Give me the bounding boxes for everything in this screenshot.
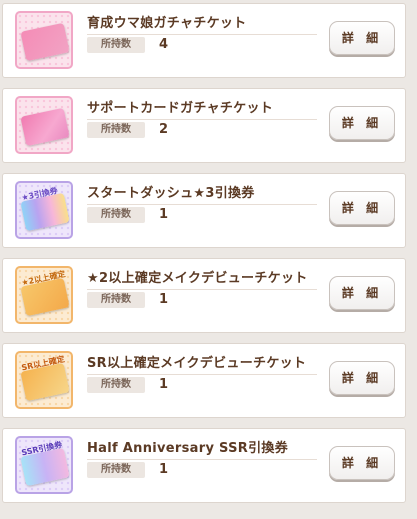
icon-badge-text: ★2以上確定: [20, 269, 67, 288]
ticket-list: 育成ウマ娘ガチャチケット 所持数 4 詳 細 サポートカードガチャチケット 所持…: [0, 0, 417, 519]
detail-button[interactable]: 詳 細: [329, 276, 395, 310]
ticket-row: ★2以上確定 ★2以上確定メイクデビューチケット 所持数 1 詳 細: [2, 258, 406, 333]
title-divider: [87, 119, 317, 120]
title-divider: [87, 204, 317, 205]
ssr-exchange-ticket-icon: SSR引換券: [15, 436, 73, 494]
ticket-title: 育成ウマ娘ガチャチケット: [87, 16, 247, 31]
title-divider: [87, 289, 317, 290]
title-divider: [87, 34, 317, 35]
ticket-title: スタートダッシュ★3引換券: [87, 186, 255, 201]
owned-label: 所持数: [87, 122, 145, 138]
owned-label: 所持数: [87, 37, 145, 53]
pink-gacha-ticket-icon: [15, 11, 73, 69]
detail-button[interactable]: 詳 細: [329, 446, 395, 480]
ticket-row: サポートカードガチャチケット 所持数 2 詳 細: [2, 88, 406, 163]
owned-label: 所持数: [87, 377, 145, 393]
detail-button[interactable]: 詳 細: [329, 191, 395, 225]
start-dash-exchange-ticket-icon: ★3引換券: [15, 181, 73, 239]
ticket-title: Half Anniversary SSR引換券: [87, 441, 288, 456]
support-card-ticket-icon: [15, 96, 73, 154]
owned-count: 1: [159, 207, 169, 222]
owned-label: 所持数: [87, 207, 145, 223]
ticket-row: 育成ウマ娘ガチャチケット 所持数 4 詳 細: [2, 3, 406, 78]
owned-count: 1: [159, 377, 169, 392]
ticket-title: サポートカードガチャチケット: [87, 101, 274, 116]
ticket-row: ★3引換券 スタートダッシュ★3引換券 所持数 1 詳 細: [2, 173, 406, 248]
icon-badge-text: SSR引換券: [20, 440, 63, 458]
ticket-row: SSR引換券 Half Anniversary SSR引換券 所持数 1 詳 細: [2, 428, 406, 503]
icon-badge-text: SR以上確定: [20, 354, 66, 373]
owned-label: 所持数: [87, 462, 145, 478]
detail-button[interactable]: 詳 細: [329, 21, 395, 55]
owned-count: 1: [159, 292, 169, 307]
ticket-title: ★2以上確定メイクデビューチケット: [87, 271, 308, 286]
detail-button[interactable]: 詳 細: [329, 106, 395, 140]
owned-count: 2: [159, 122, 169, 137]
owned-count: 4: [159, 37, 169, 52]
owned-label: 所持数: [87, 292, 145, 308]
sr-debut-ticket-icon: SR以上確定: [15, 351, 73, 409]
title-divider: [87, 374, 317, 375]
owned-count: 1: [159, 462, 169, 477]
ticket-row: SR以上確定 SR以上確定メイクデビューチケット 所持数 1 詳 細: [2, 343, 406, 418]
star2-debut-ticket-icon: ★2以上確定: [15, 266, 73, 324]
ticket-title: SR以上確定メイクデビューチケット: [87, 356, 307, 371]
icon-badge-text: ★3引換券: [20, 186, 59, 203]
title-divider: [87, 459, 317, 460]
detail-button[interactable]: 詳 細: [329, 361, 395, 395]
